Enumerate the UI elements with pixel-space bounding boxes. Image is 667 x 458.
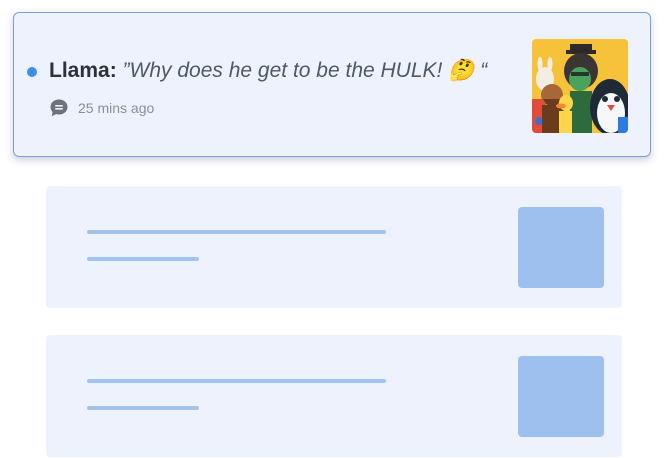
notification-item[interactable]: Llama: ”Why does he get to be the HULK! … xyxy=(13,12,651,157)
skeleton-title-line xyxy=(87,379,386,383)
notification-thumbnail[interactable] xyxy=(532,39,628,133)
unread-indicator-dot xyxy=(27,67,37,77)
notification-message-line: Llama: ”Why does he get to be the HULK! … xyxy=(49,57,487,85)
notification-feed: Llama: ”Why does he get to be the HULK! … xyxy=(0,0,667,458)
skeleton-thumbnail xyxy=(518,356,604,437)
skeleton-list-item xyxy=(46,335,622,457)
skeleton-list-item xyxy=(46,186,622,308)
sender-name: Llama: xyxy=(49,59,117,82)
message-text: ”Why does he get to be the HULK! 🤔 “ xyxy=(122,59,488,82)
skeleton-title-line xyxy=(87,230,386,234)
comment-icon xyxy=(49,98,69,118)
skeleton-thumbnail xyxy=(518,207,604,288)
skeleton-meta-line xyxy=(87,406,199,410)
timestamp: 25 mins ago xyxy=(78,100,155,116)
notification-meta: 25 mins ago xyxy=(49,97,154,119)
skeleton-meta-line xyxy=(87,257,199,261)
